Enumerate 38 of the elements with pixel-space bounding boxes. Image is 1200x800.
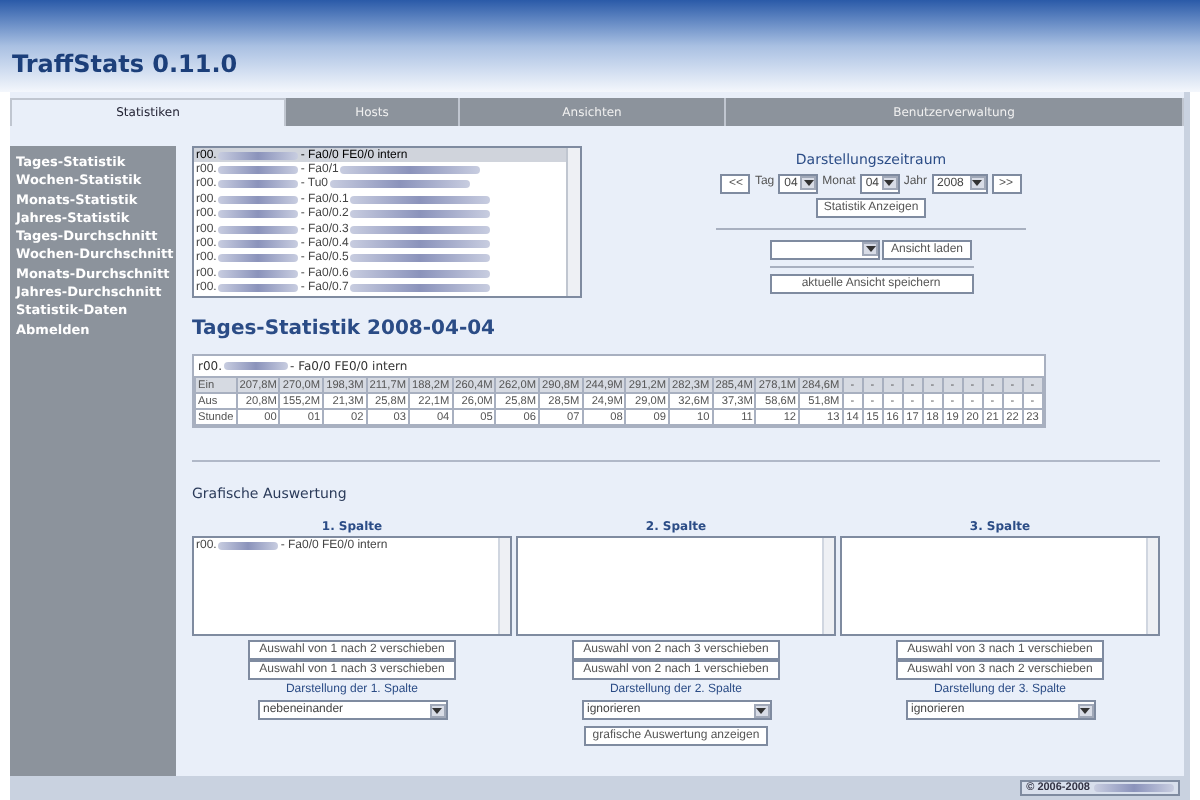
redacted-bar	[340, 166, 481, 175]
scrollbar[interactable]	[822, 538, 834, 634]
redacted-bar	[1094, 784, 1174, 792]
redacted-bar	[350, 195, 491, 204]
scrollbar[interactable]	[1146, 538, 1158, 634]
scrollbar[interactable]	[566, 148, 580, 296]
dropdown-arrow-icon	[862, 242, 879, 256]
dropdown-arrow-icon	[969, 176, 986, 190]
redacted-bar	[350, 240, 491, 249]
redacted-bar	[350, 210, 491, 219]
dropdown-arrow-icon	[1077, 703, 1093, 717]
redacted-bar	[218, 284, 299, 293]
redacted-bar	[218, 180, 299, 189]
redacted-bar	[218, 225, 299, 234]
redacted-bar	[350, 284, 491, 293]
redacted-bar	[218, 166, 299, 175]
dropdown-arrow-icon	[800, 176, 817, 190]
app-title: TraffStats 0.11.0	[12, 48, 238, 82]
redacted-bar	[218, 269, 299, 278]
dropdown-arrow-icon	[429, 703, 445, 717]
redacted-bar	[350, 225, 491, 234]
dropdown-arrow-icon	[753, 703, 769, 717]
redacted-bar	[218, 195, 299, 204]
dropdown-arrow-icon	[881, 176, 898, 190]
redacted-bar	[218, 542, 279, 550]
redacted-bar	[224, 362, 289, 370]
selection-listbox[interactable]	[840, 536, 1160, 636]
redacted-bar	[218, 210, 299, 219]
redacted-bar	[218, 254, 299, 263]
selection-listbox[interactable]	[516, 536, 836, 636]
redacted-bar	[350, 254, 491, 263]
dropdown-select[interactable]	[770, 239, 881, 259]
redacted-bar	[350, 269, 491, 278]
redacted-bar	[218, 151, 299, 160]
statistics-heading: Tages-Statistik 2008-04-04	[192, 316, 498, 344]
redacted-bar	[218, 240, 299, 249]
scrollbar[interactable]	[498, 538, 510, 634]
redacted-bar	[330, 180, 471, 189]
